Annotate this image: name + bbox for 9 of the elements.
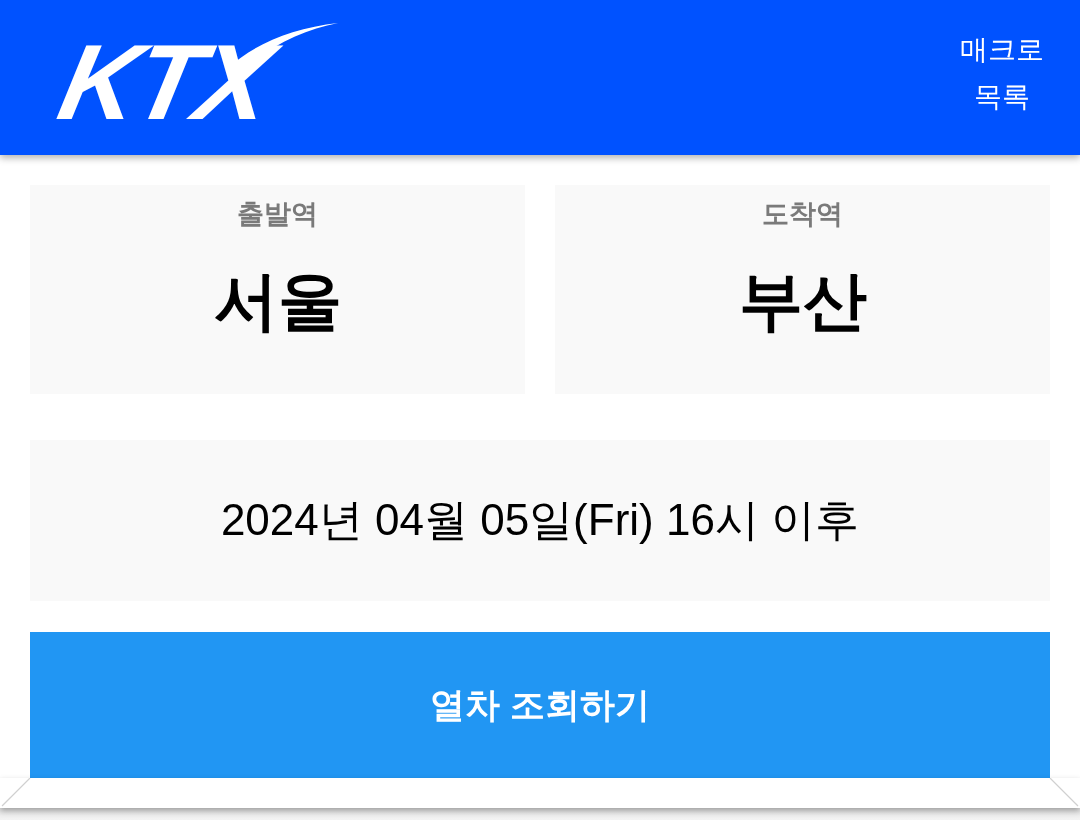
macro-list-button[interactable]: 매크로 목록 (952, 26, 1052, 120)
station-name: 부산 (738, 264, 867, 339)
station-card[interactable]: 출발역 서울 (30, 185, 525, 394)
ktx-logo: KTX (48, 22, 340, 121)
station-card[interactable]: 도착역 부산 (555, 185, 1050, 394)
station-name: 서울 (213, 264, 342, 339)
date-time-button[interactable]: 2024년 04월 05일(Fri) 16시 이후 (30, 440, 1050, 601)
station-label: 도착역 (762, 198, 843, 231)
station-label: 출발역 (237, 198, 318, 231)
